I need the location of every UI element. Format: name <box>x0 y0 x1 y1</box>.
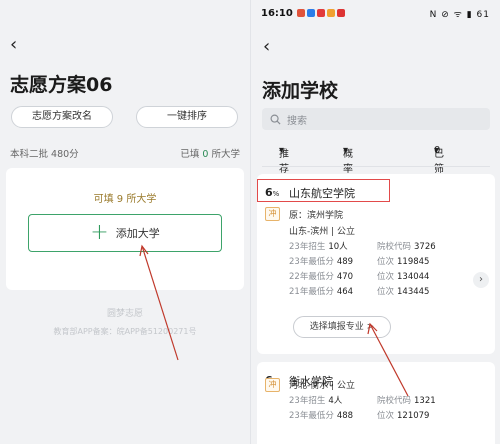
plus-icon: + <box>90 220 109 245</box>
filter-selected-count: 0 <box>434 145 441 156</box>
school-name[interactable]: 山东航空学院 <box>289 185 355 201</box>
stat-label: 22年最低分 470 <box>289 272 354 282</box>
stat-label: 院校代码 1321 <box>377 396 436 406</box>
page-title: 志愿方案06 <box>10 74 113 96</box>
risk-tag: 冲 <box>265 378 280 392</box>
stat-label: 23年招生 10人 <box>289 242 348 252</box>
app-notification-icon <box>316 9 325 17</box>
app-notification-icon <box>326 9 335 17</box>
filled-suffix: 所大学 <box>211 149 240 160</box>
stats-row: 21年最低分 464 位次 143445 <box>289 285 489 300</box>
filter-selected[interactable]: 已筛选0▾ <box>434 145 444 190</box>
stat-label: 院校代码 3726 <box>377 242 436 252</box>
select-major-button[interactable]: 选择填报专业 > <box>293 316 391 338</box>
filter-recommend-label: 推荐 <box>279 149 289 175</box>
school-location: 河北-衡水 | 公立 <box>289 381 356 391</box>
filled-count-label: 已填 0 所大学 <box>180 146 240 160</box>
add-university-card: 可填 9 所大学 + 添加大学 <box>6 168 244 290</box>
search-icon <box>270 114 281 125</box>
search-input[interactable]: 搜索 <box>262 108 490 130</box>
status-bar: 16:10 N ⊘ ᯤ ▮ 61 <box>261 6 490 20</box>
probability-value: 6 <box>265 186 273 199</box>
back-arrow-icon[interactable]: ‹ <box>10 36 17 54</box>
stat-label: 位次 121079 <box>377 411 430 421</box>
school-card[interactable]: 6% 山东航空学院 冲 原：滨州学院 山东-滨州 | 公立 23年招生 10人 院… <box>257 174 495 354</box>
divider <box>262 166 490 167</box>
app-notification-icon <box>336 9 345 17</box>
stat-label: 23年最低分 489 <box>289 257 354 267</box>
batch-score-label: 本科二批 480分 <box>10 149 79 160</box>
back-arrow-icon[interactable]: ‹ <box>263 38 270 56</box>
add-university-label: 添加大学 <box>115 227 160 240</box>
add-school-screen: 16:10 N ⊘ ᯤ ▮ 61 ‹ 添加学校 搜索 推荐▾ 概率从低到高▾ 已… <box>250 0 500 444</box>
stats-row: 23年招生 10人 院校代码 3726 <box>289 240 489 255</box>
stat-label: 23年最低分 488 <box>289 411 354 421</box>
one-click-sort-button[interactable]: 一键排序 <box>136 106 238 128</box>
filled-count: 0 <box>202 149 209 160</box>
status-time: 16:10 <box>261 7 293 19</box>
search-placeholder: 搜索 <box>287 115 307 127</box>
add-university-button[interactable]: + 添加大学 <box>28 214 222 252</box>
chevron-right-icon[interactable]: › <box>473 272 489 288</box>
stat-label: 位次 143445 <box>377 287 430 297</box>
school-card[interactable]: 6% 衡水学院 冲 河北-衡水 | 公立 23年招生4人 院校代码1321 23… <box>257 362 495 444</box>
school-location: 山东-滨州 | 公立 <box>289 227 356 237</box>
former-name: 原：滨州学院 <box>289 211 344 221</box>
school-stats: 23年招生 4人 院校代码 1321 23年最低分 488 位次 121079 <box>289 394 489 424</box>
rename-plan-button[interactable]: 志愿方案改名 <box>11 106 113 128</box>
app-notification-icon <box>306 9 315 17</box>
stats-row: 23年最低分 489 位次 119845 <box>289 255 489 270</box>
page-title: 添加学校 <box>262 80 339 102</box>
filter-recommend[interactable]: 推荐 ▾ <box>279 145 289 175</box>
stats-row: 22年最低分 470 位次 134044 <box>289 270 489 285</box>
admission-probability: 6% <box>265 186 279 199</box>
stats-row: 23年招生 4人 院校代码 1321 <box>289 394 489 409</box>
school-stats: 23年招生 10人 院校代码 3726 23年最低分 489 位次 119845 22年… <box>289 240 489 300</box>
watermark-brand: 圆梦志愿 <box>106 309 143 319</box>
risk-tag: 冲 <box>265 207 280 221</box>
probability-unit: % <box>272 190 280 198</box>
stat-label: 位次 134044 <box>377 272 430 282</box>
stat-label: 21年最低分 464 <box>289 287 354 297</box>
watermark-text: 教育部APP备案：皖APP备51200271号 <box>53 327 197 336</box>
plan-screen: ‹ 志愿方案06 志愿方案改名 一键排序 本科二批 480分 已填 0 所大学 … <box>0 0 250 444</box>
stat-label: 23年招生 4人 <box>289 396 343 406</box>
filter-probability[interactable]: 概率从低到高▾ <box>343 145 353 235</box>
can-fill-label: 可填 9 所大学 <box>93 194 157 205</box>
stat-label: 位次 119845 <box>377 257 430 267</box>
stats-row: 23年最低分 488 位次 121079 <box>289 409 489 424</box>
filled-prefix: 已填 <box>180 149 200 160</box>
app-notification-icon <box>296 9 305 17</box>
status-icons: N ⊘ ᯤ ▮ 61 <box>429 9 490 20</box>
